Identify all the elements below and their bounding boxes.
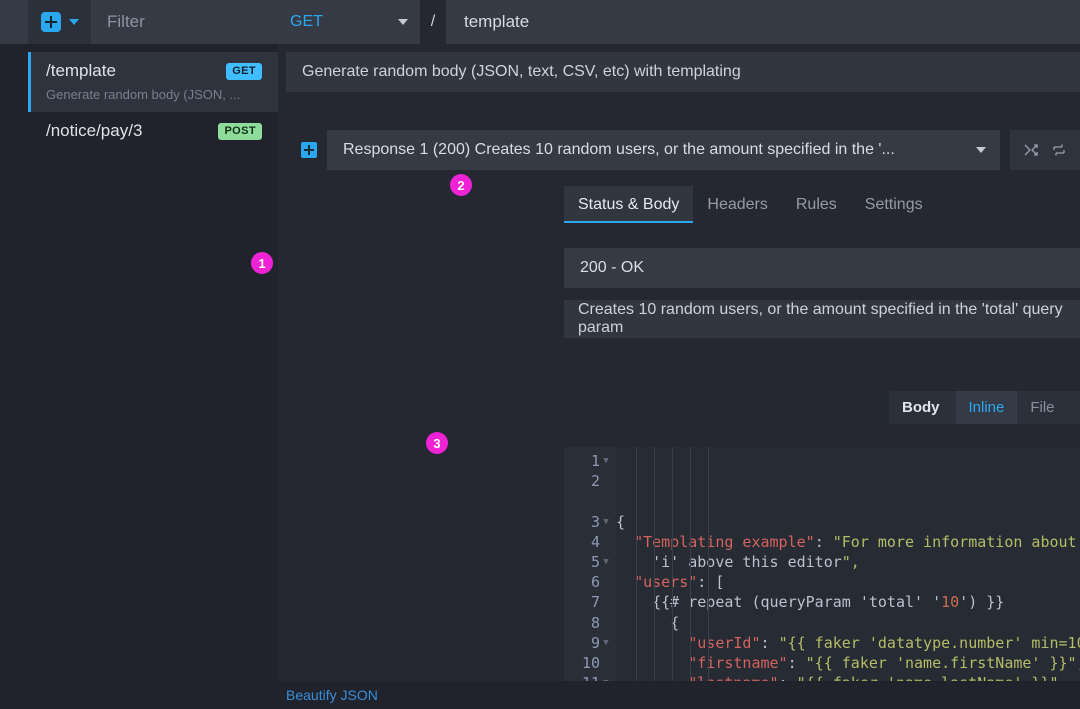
route-path: /template: [46, 61, 116, 80]
random-repeat-icon[interactable]: [1048, 139, 1070, 161]
editor-line-number: 5 ▼: [564, 552, 616, 572]
editor-line-number: 6: [590, 573, 600, 592]
rail-body-spacer: [0, 44, 28, 709]
editor-line-number: 9 ▼: [564, 633, 616, 653]
mockoon-window: Filter /template GET Generate random bod…: [0, 0, 1080, 709]
path-separator: /: [430, 13, 436, 30]
editor-code-line: "Templating example": "For more informat…: [634, 532, 1077, 551]
marker-2: 2: [450, 174, 472, 196]
marker-3: 3: [426, 432, 448, 454]
sidebar-route-template[interactable]: /template GET Generate random body (JSON…: [28, 52, 278, 112]
shuffle-icon[interactable]: [1020, 139, 1042, 161]
editor-gutter: 1▼2 3▼45▼6789▼1011▼: [564, 447, 616, 681]
editor-line-number: 3 ▼: [564, 512, 616, 532]
tab-label: Rules: [795, 196, 837, 213]
status-code-select[interactable]: 200 - OK: [564, 248, 1080, 288]
route-main-row: /notice/pay/3 POST: [46, 121, 262, 141]
tab-headers[interactable]: Headers: [693, 186, 781, 223]
rail-top-spacer: [0, 0, 28, 44]
method-select[interactable]: GET: [278, 0, 420, 44]
body-mode-inline[interactable]: Inline: [955, 391, 1018, 424]
chevron-down-icon[interactable]: [69, 19, 79, 25]
status-code-value: 200 - OK: [580, 259, 645, 276]
editor-line-number: 4: [590, 532, 600, 551]
route-method-badge: GET: [226, 62, 262, 80]
add-response-button[interactable]: [301, 142, 317, 158]
chevron-down-icon: [398, 19, 408, 25]
editor-code-line: "lastname": "{{ faker 'name.lastName' }}…: [616, 673, 1080, 681]
editor-code-line: 'i' above this editor",: [652, 552, 860, 571]
body-mode-file[interactable]: File: [1017, 391, 1067, 424]
fold-arrow-icon[interactable]: ▼: [600, 638, 612, 648]
route-documentation-input[interactable]: Generate random body (JSON, text, CSV, e…: [286, 52, 1080, 92]
routes-sidebar: Filter /template GET Generate random bod…: [28, 0, 278, 709]
body-mode-tabs: Body Inline File Data: [889, 391, 1080, 424]
route-path: /notice/pay/3: [46, 121, 143, 140]
route-editor-pane: GET / template Generate random body (JSO…: [278, 0, 1080, 709]
chevron-down-icon: [976, 147, 986, 153]
tab-status-and-body[interactable]: Status & Body: [564, 186, 694, 223]
route-path-value: template: [464, 12, 530, 31]
route-main-row: /template GET: [46, 61, 262, 81]
route-documentation-value: Generate random body (JSON, text, CSV, e…: [302, 63, 741, 80]
routes-list: /template GET Generate random body (JSON…: [28, 52, 278, 151]
beautify-json-link[interactable]: Beautify JSON: [286, 687, 378, 703]
editor-code-line: {{# repeat (queryParam 'total' '10') }}: [652, 593, 1005, 612]
fold-arrow-icon[interactable]: ▼: [600, 456, 612, 466]
editor-code-line: {: [616, 512, 626, 531]
route-path-input[interactable]: template: [446, 0, 1080, 44]
response-label-value: Creates 10 random users, or the amount s…: [578, 301, 1063, 336]
body-mode-label: Body: [902, 399, 940, 416]
response-mode-icons: [1010, 130, 1080, 170]
route-method-badge: POST: [218, 122, 262, 140]
response-select[interactable]: Response 1 (200) Creates 10 random users…: [327, 130, 1000, 170]
route-description: Generate random body (JSON, ...: [46, 87, 241, 102]
body-mode-data[interactable]: Data: [1068, 391, 1080, 424]
add-route-button[interactable]: [41, 12, 61, 32]
status-code-row: 200 - OK 0: [564, 248, 1080, 288]
routes-filter-input[interactable]: Filter: [91, 0, 278, 44]
tab-label: Settings: [864, 196, 923, 213]
fold-arrow-icon[interactable]: ▼: [600, 557, 612, 567]
body-code-editor[interactable]: 1▼2 3▼45▼6789▼1011▼ { "Templating example…: [564, 447, 1080, 681]
editor-bottom-bar: Beautify JSON: [278, 681, 1080, 709]
editor-line-number: 11▼: [564, 673, 616, 681]
tab-label: Status & Body: [578, 196, 680, 213]
editor-line-number: [564, 491, 616, 511]
editor-code-area[interactable]: { "Templating example": "For more inform…: [616, 447, 1080, 681]
fold-arrow-icon[interactable]: ▼: [600, 517, 612, 527]
editor-line-number: 1 ▼: [564, 451, 616, 471]
response-selector-row: Response 1 (200) Creates 10 random users…: [286, 128, 1080, 172]
editor-code-line: {: [670, 613, 680, 632]
routes-filter-placeholder: Filter: [107, 12, 145, 31]
response-tabs: Status & Body Headers Rules Settings: [564, 186, 937, 223]
response-select-value: Response 1 (200) Creates 10 random users…: [343, 141, 895, 158]
editor-line-number: 8: [590, 613, 600, 632]
sidebar-header: Filter: [28, 0, 278, 44]
editor-code-line: "users": [: [634, 573, 725, 592]
editor-line-number: 10: [581, 653, 600, 672]
tab-label: Headers: [707, 196, 768, 213]
tab-rules[interactable]: Rules: [782, 186, 851, 223]
editor-line-number: 2: [590, 472, 600, 491]
sidebar-route-notice-pay[interactable]: /notice/pay/3 POST: [28, 112, 278, 151]
response-label-input[interactable]: Creates 10 random users, or the amount s…: [564, 300, 1080, 338]
editor-code-line: "firstname": "{{ faker 'name.firstName' …: [688, 653, 1080, 672]
marker-1: 1: [251, 252, 273, 274]
tab-settings[interactable]: Settings: [851, 186, 937, 223]
route-url-bar: GET / template: [278, 0, 1080, 44]
method-value: GET: [290, 13, 323, 30]
editor-line-number: 7: [590, 593, 600, 612]
editor-code-line: "userId": "{{ faker 'datatype.number' mi…: [688, 633, 1080, 652]
